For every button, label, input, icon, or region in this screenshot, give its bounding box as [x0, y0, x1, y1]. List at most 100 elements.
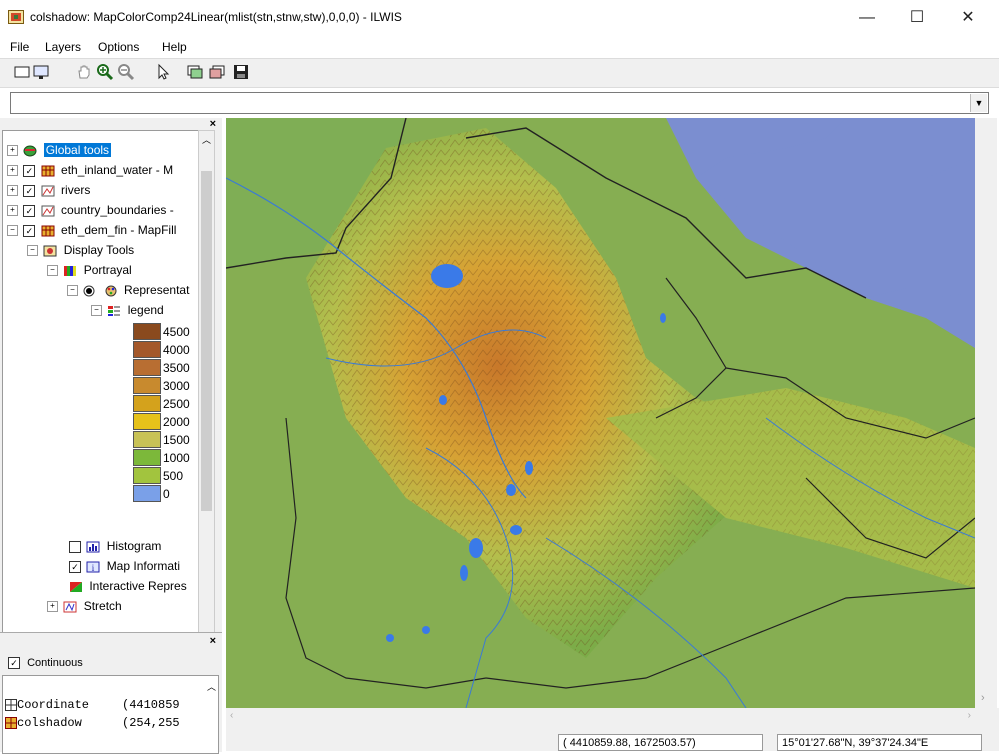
legend-value: 2500 [163, 397, 190, 411]
layer-down-icon[interactable] [208, 63, 226, 81]
legend-swatch [133, 467, 161, 484]
menu-options[interactable]: Options [98, 40, 139, 54]
layer-checkbox[interactable]: ✓ [23, 224, 36, 237]
segment-map-icon [41, 185, 55, 197]
maximize-button[interactable]: ☐ [897, 6, 937, 30]
pan-icon[interactable] [75, 63, 93, 81]
latlon-readout: 15°01'27.68"N, 39°37'24.34"E [777, 734, 982, 751]
zoom-out-icon[interactable] [117, 63, 135, 81]
minimize-button[interactable]: — [847, 6, 887, 30]
legend-value: 2000 [163, 415, 190, 429]
menu-layers[interactable]: Layers [45, 40, 81, 54]
select-icon[interactable] [154, 63, 172, 81]
collapse-icon[interactable]: − [27, 245, 38, 257]
tree-item-interactive[interactable]: Interactive Repres [69, 577, 187, 595]
legend-value: 3000 [163, 379, 190, 393]
expand-icon[interactable]: + [47, 601, 58, 613]
segment-map-icon [41, 205, 55, 217]
histogram-checkbox[interactable] [69, 540, 81, 553]
map-view[interactable] [226, 118, 975, 708]
continuous-option[interactable]: ✓ Continuous [8, 657, 83, 670]
menu-file[interactable]: File [10, 40, 29, 54]
command-line-combo[interactable]: ▼ [10, 92, 989, 114]
tree-label: rivers [61, 183, 91, 197]
collapse-icon[interactable]: − [91, 305, 102, 317]
panel-close-icon[interactable]: × [210, 635, 216, 647]
legend-value: 3500 [163, 361, 190, 375]
tree-item-inland-water[interactable]: + ✓ eth_inland_water - M [7, 161, 173, 179]
legend-icon [108, 305, 121, 316]
tree-item-rivers[interactable]: + ✓ rivers [7, 181, 90, 199]
scroll-up-icon[interactable]: ︿ [202, 133, 211, 146]
table-row[interactable]: Coordinate (4410859 [5, 698, 180, 714]
scroll-left-icon[interactable]: ‹ [230, 710, 233, 721]
map-info-checkbox[interactable]: ✓ [69, 560, 81, 573]
tree-item-map-information[interactable]: ✓ i Map Informati [69, 557, 180, 575]
tree-item-eth-dem[interactable]: − ✓ eth_dem_fin - MapFill [7, 221, 176, 239]
terrain-map[interactable] [226, 118, 975, 708]
legend-value: 4500 [163, 325, 190, 339]
zoom-in-icon[interactable] [96, 63, 114, 81]
legend-item: 2000 [133, 413, 190, 431]
scroll-down-icon[interactable]: › [981, 692, 985, 704]
tree-item-legend[interactable]: − legend [91, 301, 164, 319]
close-button[interactable]: ✕ [948, 6, 988, 30]
tree-item-display-tools[interactable]: − Display Tools [27, 241, 134, 259]
tree-item-stretch[interactable]: + Stretch [47, 597, 122, 615]
combo-arrow-icon[interactable]: ▼ [970, 94, 987, 112]
expand-icon[interactable]: + [7, 185, 18, 197]
raster-map-icon [5, 716, 17, 729]
legend-item: 500 [133, 467, 183, 485]
collapse-icon[interactable]: − [47, 265, 58, 277]
status-bar: ‹ › ( 4410859.88, 1672503.57) 15°01'27.6… [226, 708, 999, 751]
menu-help[interactable]: Help [162, 40, 187, 54]
tree-item-representation[interactable]: − Representat [67, 281, 189, 299]
layer-checkbox[interactable]: ✓ [23, 164, 36, 177]
tree-label: Display Tools [63, 243, 135, 257]
stretch-icon [63, 601, 77, 613]
map-vertical-scrollbar[interactable]: › [975, 118, 997, 708]
collapse-icon[interactable]: − [7, 225, 18, 237]
tree-label: Interactive Repres [89, 579, 187, 593]
save-icon[interactable] [232, 63, 250, 81]
scroll-right-icon[interactable]: › [968, 710, 971, 721]
collapse-icon[interactable]: − [67, 285, 78, 297]
raster-map-icon [41, 225, 55, 237]
title-bar: colshadow: MapColorComp24Linear(mlist(st… [0, 0, 999, 36]
legend-value: 1500 [163, 433, 190, 447]
legend-swatch [133, 431, 161, 448]
toolbar [0, 58, 999, 88]
display-tools-icon [43, 245, 57, 257]
layer-checkbox[interactable]: ✓ [23, 184, 36, 197]
legend-swatch [133, 377, 161, 394]
map-horizontal-scrollbar[interactable]: ‹ › [226, 708, 975, 726]
expand-icon[interactable]: + [7, 145, 18, 157]
layer-up-icon[interactable] [186, 63, 204, 81]
expand-icon[interactable]: + [7, 165, 18, 177]
scroll-up-icon[interactable]: ︿ [207, 680, 216, 693]
expand-icon[interactable]: + [7, 205, 18, 217]
legend-item: 4000 [133, 341, 190, 359]
tree-item-portrayal[interactable]: − Portrayal [47, 261, 132, 279]
info-value: (4410859 [122, 698, 180, 712]
tree-item-global-tools[interactable]: + Global tools [7, 141, 112, 159]
display-icon[interactable] [32, 63, 50, 81]
table-row[interactable]: colshadow (254,255 [5, 716, 180, 732]
coordinate-readout: ( 4410859.88, 1672503.57) [558, 734, 763, 751]
tree-item-country-boundaries[interactable]: + ✓ country_boundaries - [7, 201, 174, 219]
tree-label: legend [127, 303, 164, 317]
continuous-label: Continuous [27, 657, 83, 669]
legend-item: 2500 [133, 395, 190, 413]
window-title: colshadow: MapColorComp24Linear(mlist(st… [30, 10, 402, 24]
legend-item: 0 [133, 485, 170, 503]
radio-icon[interactable] [83, 285, 97, 297]
panel-close-icon[interactable]: × [210, 118, 216, 130]
scroll-thumb[interactable] [201, 171, 212, 511]
legend-value: 0 [163, 487, 170, 501]
info-icon: i [86, 561, 100, 573]
new-icon[interactable] [13, 63, 31, 81]
layer-checkbox[interactable]: ✓ [23, 204, 36, 217]
tree-item-histogram[interactable]: Histogram [69, 537, 161, 555]
palette-icon [105, 285, 117, 297]
continuous-checkbox[interactable]: ✓ [8, 657, 20, 670]
